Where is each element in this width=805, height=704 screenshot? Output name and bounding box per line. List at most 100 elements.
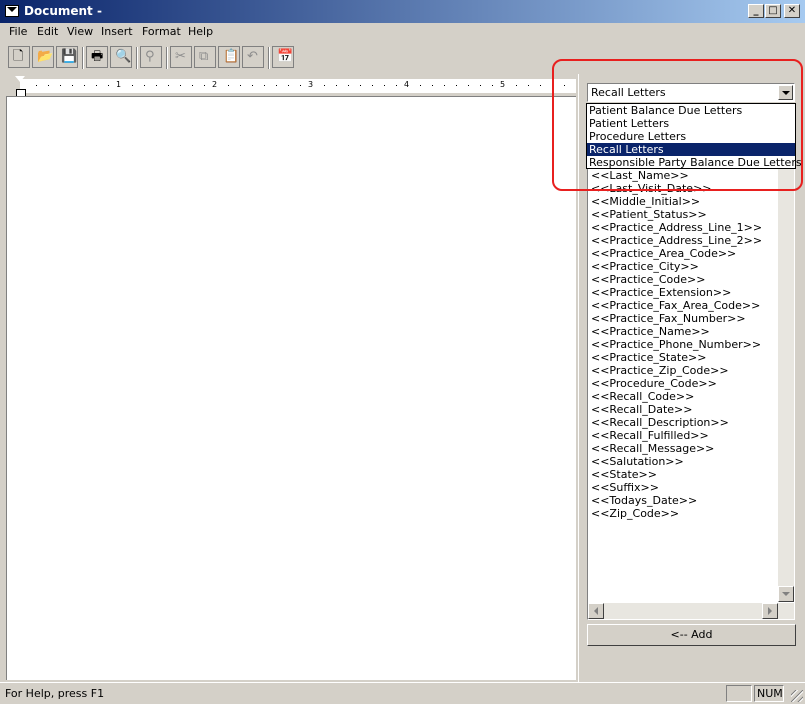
ruler-tick bbox=[300, 85, 301, 86]
ruler-tick bbox=[192, 85, 193, 86]
insert-date-icon: 📅 bbox=[277, 49, 294, 64]
merge-field-item[interactable]: <<Practice_Phone_Number>> bbox=[591, 338, 762, 351]
merge-field-item[interactable]: <<Zip_Code>> bbox=[591, 507, 762, 520]
minimize-button[interactable]: _ bbox=[748, 4, 764, 18]
merge-field-item[interactable]: <<Procedure_Code>> bbox=[591, 377, 762, 390]
ruler-number: 5 bbox=[500, 80, 506, 89]
toolbar: 🗋 📂 💾 🖶 🔍 ⚲ ✂ ⧉ 📋 ↶ 📅 bbox=[2, 44, 302, 72]
merge-field-item[interactable]: <<Practice_Zip_Code>> bbox=[591, 364, 762, 377]
ruler-tick bbox=[540, 85, 541, 86]
menu-edit[interactable]: Edit bbox=[37, 25, 58, 38]
ruler-tick bbox=[516, 85, 517, 86]
merge-field-item[interactable]: <<Salutation>> bbox=[591, 455, 762, 468]
document-page[interactable] bbox=[6, 96, 576, 680]
ruler-tick bbox=[492, 85, 493, 86]
copy-icon: ⧉ bbox=[199, 49, 209, 64]
envelope-icon bbox=[5, 5, 19, 17]
merge-field-item[interactable]: <<Middle_Initial>> bbox=[591, 195, 762, 208]
toolbar-separator bbox=[166, 47, 168, 69]
ruler-tick bbox=[240, 85, 241, 86]
merge-field-item[interactable]: <<Todays_Date>> bbox=[591, 494, 762, 507]
ruler-tick bbox=[372, 85, 373, 86]
menu-view[interactable]: View bbox=[67, 25, 93, 38]
print-icon: 🖶 bbox=[91, 49, 104, 64]
horizontal-scrollbar[interactable] bbox=[588, 603, 794, 619]
merge-field-item[interactable]: <<Practice_Address_Line_1>> bbox=[591, 221, 762, 234]
open-button[interactable]: 📂 bbox=[32, 46, 54, 68]
undo-button[interactable]: ↶ bbox=[242, 46, 264, 68]
application-window: Document - _ □ ✕ File Edit View Insert F… bbox=[0, 0, 805, 704]
ruler-tick bbox=[72, 85, 73, 86]
scroll-left-icon[interactable] bbox=[588, 603, 604, 619]
merge-field-item[interactable]: <<State>> bbox=[591, 468, 762, 481]
merge-field-item[interactable]: <<Practice_Name>> bbox=[591, 325, 762, 338]
document-area: 1 2 3 4 5 bbox=[4, 74, 578, 682]
ruler-tick bbox=[36, 85, 37, 86]
merge-field-item[interactable]: <<Patient_Status>> bbox=[591, 208, 762, 221]
merge-field-item[interactable]: <<Recall_Message>> bbox=[591, 442, 762, 455]
title-bar[interactable]: Document - _ □ ✕ bbox=[0, 0, 805, 23]
merge-field-item[interactable]: <<Practice_Fax_Area_Code>> bbox=[591, 299, 762, 312]
ruler-tick bbox=[96, 85, 97, 86]
ruler-tick bbox=[468, 85, 469, 86]
ruler[interactable]: 1 2 3 4 5 bbox=[4, 76, 578, 97]
ruler-tick bbox=[108, 85, 109, 86]
toolbar-separator bbox=[82, 47, 84, 69]
merge-field-item[interactable]: <<Recall_Code>> bbox=[591, 390, 762, 403]
merge-field-item[interactable]: <<Practice_Address_Line_2>> bbox=[591, 234, 762, 247]
merge-field-item[interactable]: <<Practice_State>> bbox=[591, 351, 762, 364]
ruler-tick bbox=[456, 85, 457, 86]
ruler-tick bbox=[336, 85, 337, 86]
close-button[interactable]: ✕ bbox=[784, 4, 800, 18]
merge-field-item[interactable]: <<Practice_Fax_Number>> bbox=[591, 312, 762, 325]
maximize-button[interactable]: □ bbox=[765, 4, 781, 18]
menu-file[interactable]: File bbox=[9, 25, 27, 38]
scroll-down-icon[interactable] bbox=[778, 586, 794, 602]
menu-insert[interactable]: Insert bbox=[101, 25, 133, 38]
ruler-tick bbox=[228, 85, 229, 86]
insert-date-button[interactable]: 📅 bbox=[272, 46, 294, 68]
undo-icon: ↶ bbox=[247, 49, 258, 64]
print-preview-button[interactable]: 🔍 bbox=[110, 46, 132, 68]
copy-button[interactable]: ⧉ bbox=[194, 46, 216, 68]
ruler-tick bbox=[528, 85, 529, 86]
status-bar: For Help, press F1 NUM bbox=[0, 682, 805, 704]
paste-button[interactable]: 📋 bbox=[218, 46, 240, 68]
menu-format[interactable]: Format bbox=[142, 25, 181, 38]
ruler-tick bbox=[288, 85, 289, 86]
ruler-tick bbox=[396, 85, 397, 86]
ruler-tick bbox=[360, 85, 361, 86]
merge-field-item[interactable]: <<Practice_Extension>> bbox=[591, 286, 762, 299]
menu-help[interactable]: Help bbox=[188, 25, 213, 38]
add-field-button[interactable]: <-- Add bbox=[587, 624, 796, 646]
ruler-tick bbox=[420, 85, 421, 86]
resize-grip-icon[interactable] bbox=[791, 690, 803, 702]
ruler-tick bbox=[348, 85, 349, 86]
find-button[interactable]: ⚲ bbox=[140, 46, 162, 68]
cut-button[interactable]: ✂ bbox=[170, 46, 192, 68]
merge-field-item[interactable]: <<Suffix>> bbox=[591, 481, 762, 494]
merge-field-items: <<Financial_Status>><<First_Name>><<Last… bbox=[591, 143, 762, 520]
print-button[interactable]: 🖶 bbox=[86, 46, 108, 68]
new-document-button[interactable]: 🗋 bbox=[8, 46, 30, 68]
merge-field-item[interactable]: <<Practice_Area_Code>> bbox=[591, 247, 762, 260]
scroll-right-icon[interactable] bbox=[762, 603, 778, 619]
ruler-tick bbox=[156, 85, 157, 86]
merge-field-item[interactable]: <<Practice_Code>> bbox=[591, 273, 762, 286]
ruler-tick bbox=[252, 85, 253, 86]
ruler-tick bbox=[84, 85, 85, 86]
ruler-tick bbox=[180, 85, 181, 86]
save-button[interactable]: 💾 bbox=[56, 46, 78, 68]
ruler-tick bbox=[324, 85, 325, 86]
annotation-highlight bbox=[552, 59, 803, 191]
merge-field-item[interactable]: <<Practice_City>> bbox=[591, 260, 762, 273]
merge-field-item[interactable]: <<Recall_Description>> bbox=[591, 416, 762, 429]
status-cell-empty bbox=[726, 685, 752, 702]
merge-field-item[interactable]: <<Recall_Date>> bbox=[591, 403, 762, 416]
merge-field-item[interactable]: <<Recall_Fulfilled>> bbox=[591, 429, 762, 442]
cut-icon: ✂ bbox=[175, 49, 186, 64]
ruler-tick bbox=[60, 85, 61, 86]
ruler-tick bbox=[264, 85, 265, 86]
new-document-icon: 🗋 bbox=[13, 49, 24, 64]
indent-marker[interactable] bbox=[15, 76, 26, 97]
